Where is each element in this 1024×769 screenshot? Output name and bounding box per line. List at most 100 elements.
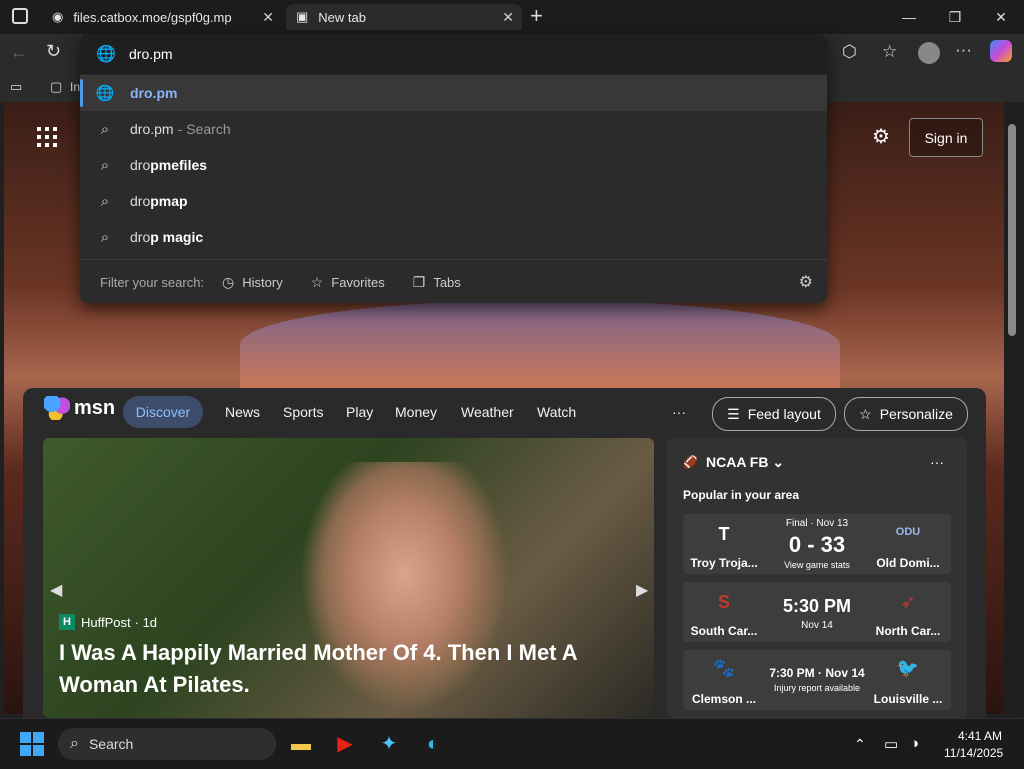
home-team: Troy Troja... xyxy=(690,556,758,570)
search-icon: ⌕ xyxy=(100,156,110,174)
search-icon: ⌕ xyxy=(100,120,110,138)
more-menu-icon[interactable]: ··· xyxy=(955,40,972,60)
carousel-next-icon[interactable]: ▶ xyxy=(636,580,648,600)
away-team: North Car... xyxy=(875,624,941,638)
carousel-prev-icon[interactable]: ◀ xyxy=(50,580,62,600)
nav-more-button[interactable]: ··· xyxy=(672,404,686,420)
copilot-icon[interactable] xyxy=(990,40,1012,62)
suggestion-completion: pmap xyxy=(150,193,188,209)
personalize-button[interactable]: ☆ Personalize xyxy=(844,397,968,431)
feed-layout-button[interactable]: ☰ Feed layout xyxy=(712,397,836,431)
refresh-icon[interactable]: ↻ xyxy=(46,41,61,62)
tab-strip: ◉ files.catbox.moe/gspf0g.mp ✕ ▣ New tab… xyxy=(0,0,1024,34)
filter-tabs-button[interactable]: ❐ Tabs xyxy=(413,274,461,291)
favbar-item-label[interactable]: In xyxy=(70,80,80,94)
suggestion-prefix: dro xyxy=(130,229,151,245)
youtube-icon[interactable]: ▶ xyxy=(330,729,360,759)
personalize-label: Personalize xyxy=(879,406,953,422)
history-clock-icon: ◷ xyxy=(222,273,235,290)
taskbar-search-label: Search xyxy=(88,736,134,752)
game-note[interactable]: View game stats xyxy=(767,560,867,570)
filter-history-button[interactable]: ◷ History xyxy=(222,274,283,291)
sports-more-button[interactable]: ··· xyxy=(930,454,944,470)
network-icon[interactable]: ▭ xyxy=(884,735,898,753)
chevron-down-icon: ⌄ xyxy=(772,454,785,470)
louisville-logo-icon: 🐦 xyxy=(896,658,920,678)
tabs-icon: ❐ xyxy=(412,273,426,290)
suggestion-completion: pmefiles xyxy=(150,157,208,173)
suggestion-item[interactable]: ⌕ dro pmefiles xyxy=(80,147,827,183)
video-file-icon: ◉ xyxy=(52,9,64,24)
feed-layout-label: Feed layout xyxy=(747,406,821,422)
league-selector[interactable]: NCAA FB ⌄ xyxy=(706,454,784,471)
volume-icon[interactable]: ◑ xyxy=(910,735,919,752)
new-tab-page-icon: ▣ xyxy=(296,9,309,24)
suggestion-item[interactable]: ⌕ dro p magic xyxy=(80,219,827,255)
filter-favorites-button[interactable]: ☆ Favorites xyxy=(311,274,385,291)
tab-title: New tab xyxy=(318,9,366,25)
tab-files-catbox[interactable]: ◉ files.catbox.moe/gspf0g.mp ✕ xyxy=(42,4,282,30)
app-launcher-icon[interactable] xyxy=(36,126,60,148)
scrollbar-thumb[interactable] xyxy=(1008,124,1016,336)
address-bar[interactable]: 🌐 dro.pm xyxy=(80,34,827,74)
game-time: 5:30 PM xyxy=(782,596,852,616)
suggestion-item[interactable]: 🌐 dro.pm xyxy=(80,75,827,111)
nav-money[interactable]: Money xyxy=(395,404,437,420)
address-input[interactable]: dro.pm xyxy=(129,46,173,62)
tab-actions-icon[interactable] xyxy=(12,8,28,24)
nav-play[interactable]: Play xyxy=(346,404,373,420)
troy-logo-icon: T xyxy=(718,524,730,544)
globe-icon: 🌐 xyxy=(95,85,115,102)
tab-new-tab[interactable]: ▣ New tab ✕ xyxy=(286,4,522,30)
msn-logo[interactable]: msn xyxy=(44,396,115,420)
maximize-button[interactable]: ❐ xyxy=(940,6,970,28)
favorites-star-icon: ☆ xyxy=(310,273,324,290)
sign-in-button[interactable]: Sign in xyxy=(909,118,983,157)
nav-watch[interactable]: Watch xyxy=(537,404,576,420)
suggestion-text: dro.pm xyxy=(130,121,174,137)
back-arrow-icon[interactable]: ← xyxy=(10,42,28,63)
filter-settings-gear-icon[interactable]: ⚙ xyxy=(799,272,813,292)
suggestion-prefix: dro xyxy=(130,157,151,173)
minimize-button[interactable]: — xyxy=(894,6,924,28)
clock-time[interactable]: 4:41 AM xyxy=(958,729,1002,743)
visual-studio-icon[interactable]: ✦ xyxy=(374,729,404,759)
huffpost-logo: H xyxy=(59,614,75,630)
clock-date[interactable]: 11/14/2025 xyxy=(944,746,1003,760)
start-button[interactable] xyxy=(20,732,44,756)
search-icon: ⌕ xyxy=(100,192,110,210)
nav-discover[interactable]: Discover xyxy=(123,396,203,428)
search-filter-bar: Filter your search: ◷ History ☆ Favorites … xyxy=(80,259,827,304)
news-headline[interactable]: I Was A Happily Married Mother Of 4. The… xyxy=(59,637,649,701)
tab-title: files.catbox.moe/gspf0g.mp xyxy=(73,9,232,25)
close-window-button[interactable]: ✕ xyxy=(986,6,1016,28)
filter-label: Filter your search: xyxy=(100,274,205,290)
suggestion-item[interactable]: ⌕ dro.pm - Search xyxy=(80,111,827,147)
show-hidden-icons-icon[interactable]: ⌃ xyxy=(854,736,866,753)
odu-logo-icon: ODU xyxy=(895,526,921,538)
profile-avatar[interactable] xyxy=(918,42,940,64)
taskbar-search[interactable]: ⌕ Search xyxy=(58,728,276,760)
news-source: H HuffPost · 1d xyxy=(59,614,157,630)
nav-news[interactable]: News xyxy=(225,404,260,420)
new-tab-button[interactable]: + xyxy=(530,3,543,29)
file-explorer-icon[interactable]: ▬ xyxy=(286,729,316,759)
settings-gear-icon[interactable]: ⚙ xyxy=(868,124,894,150)
news-age: · 1d xyxy=(134,614,158,630)
sliders-icon: ☰ xyxy=(727,405,740,422)
folder-icon[interactable]: ▢ xyxy=(50,79,62,95)
nav-weather[interactable]: Weather xyxy=(461,404,514,420)
sparkle-star-icon: ☆ xyxy=(859,405,872,422)
favorites-star-icon[interactable]: ☆ xyxy=(882,42,897,62)
close-tab-icon[interactable]: ✕ xyxy=(262,9,274,26)
background-sky xyxy=(240,300,840,390)
msn-butterfly-icon xyxy=(44,396,70,420)
nav-sports[interactable]: Sports xyxy=(283,404,323,420)
game-status: Final · Nov 13 xyxy=(785,518,849,529)
suggestion-item[interactable]: ⌕ dro pmap xyxy=(80,183,827,219)
edge-browser-icon[interactable]: ◐ xyxy=(418,729,448,759)
close-tab-icon[interactable]: ✕ xyxy=(502,9,514,26)
away-team: Old Domi... xyxy=(876,556,940,570)
reading-icon[interactable]: ▭ xyxy=(10,79,22,95)
extensions-icon[interactable]: ⬡ xyxy=(842,42,857,62)
